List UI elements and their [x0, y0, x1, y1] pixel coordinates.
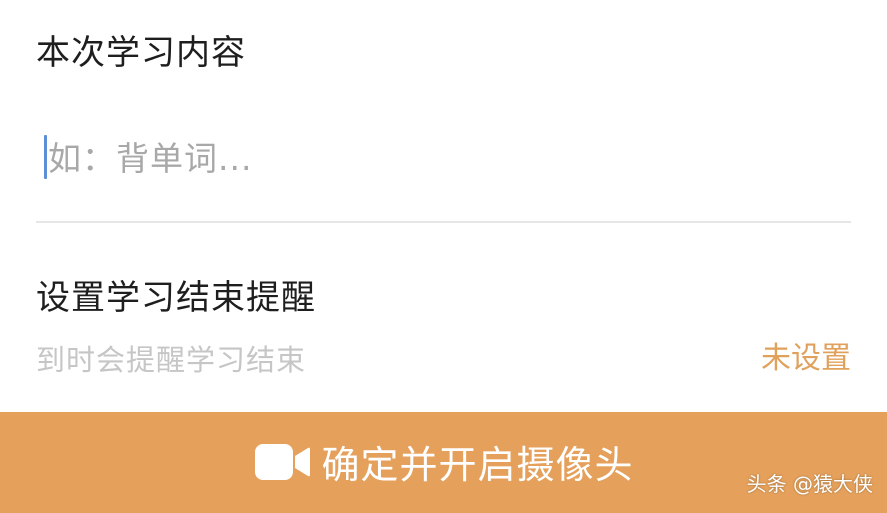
watermark: 头条 @猿大侠	[746, 472, 873, 496]
text-cursor	[44, 135, 47, 179]
reminder-status-link[interactable]: 未设置	[761, 344, 851, 374]
study-content-input[interactable]	[48, 130, 828, 186]
reminder-description: 到时会提醒学习结束	[36, 343, 307, 377]
confirm-start-camera-button[interactable]: 确定并开启摄像头	[0, 412, 887, 513]
study-content-input-row[interactable]	[36, 130, 851, 186]
video-camera-icon	[253, 440, 311, 484]
divider	[36, 221, 851, 223]
confirm-button-label: 确定并开启摄像头	[321, 443, 634, 487]
button-content: 确定并开启摄像头	[253, 434, 633, 489]
study-content-title: 本次学习内容	[36, 33, 246, 73]
reminder-title: 设置学习结束提醒	[36, 278, 316, 318]
